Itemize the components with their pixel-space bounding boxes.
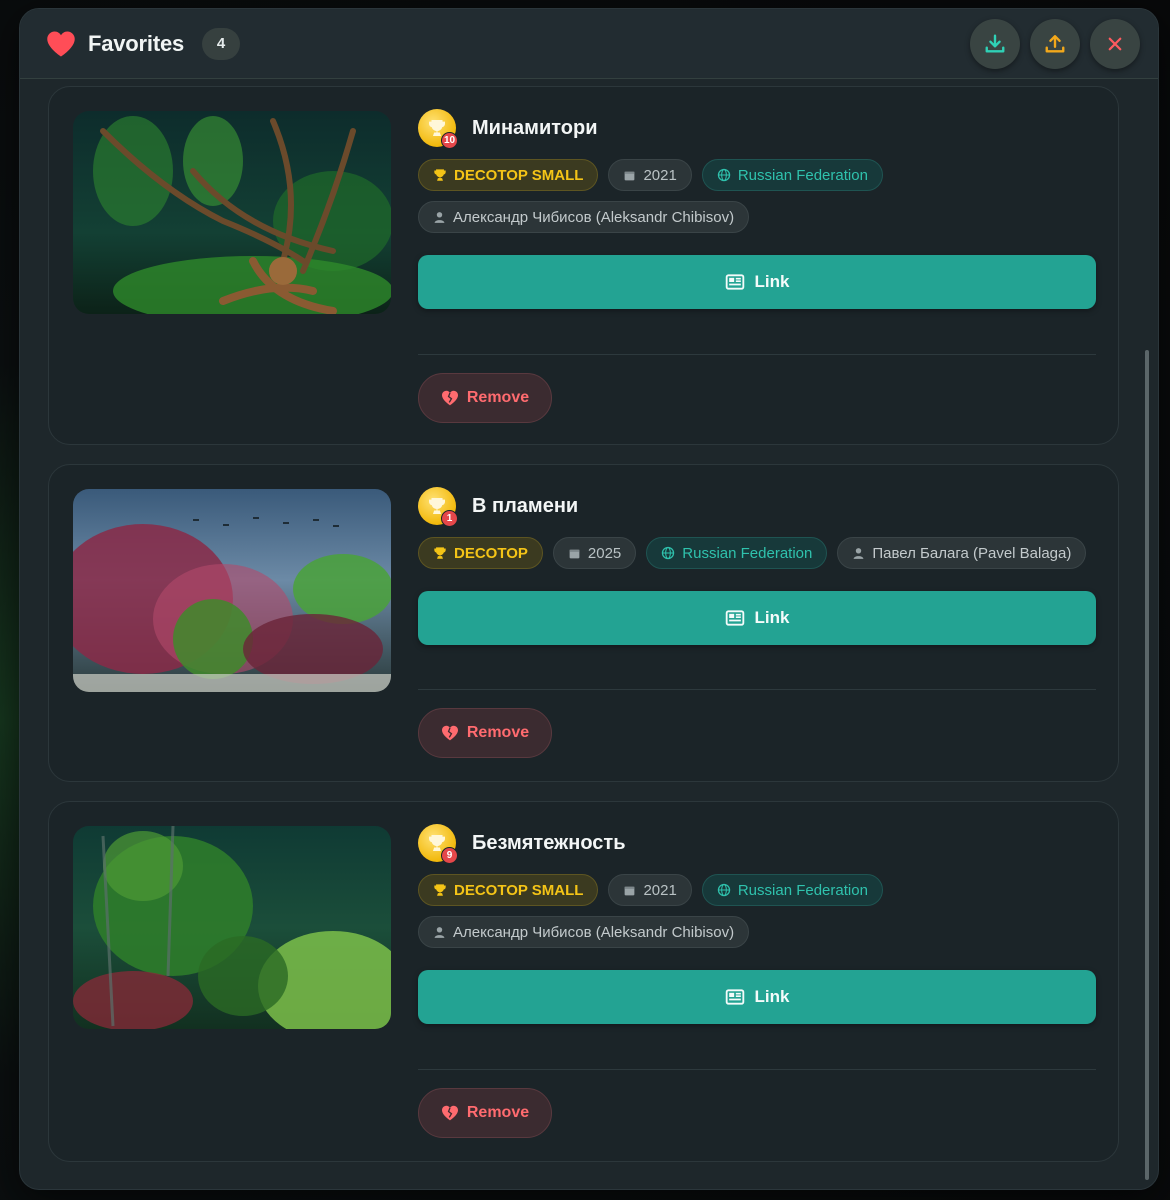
trophy-icon: [434, 547, 446, 559]
broken-heart-icon: [441, 1105, 458, 1121]
trophy-icon: [434, 169, 446, 181]
rank-badge: 9: [441, 847, 458, 864]
header-actions: [970, 19, 1140, 69]
favorites-modal: Favorites 4 10 Минамитори DECOTOP SMALL …: [19, 8, 1159, 1190]
link-label: Link: [754, 608, 790, 627]
trophy-icon: 9: [418, 824, 458, 864]
year-tag: 2021: [608, 159, 692, 191]
calendar-icon: [569, 549, 580, 558]
user-icon: [853, 547, 864, 559]
country-tag: Russian Federation: [701, 159, 883, 191]
aquarium-thumbnail[interactable]: [73, 489, 391, 692]
rank-badge: 10: [441, 132, 458, 149]
year-tag: 2025: [552, 537, 637, 569]
contest-tag: DECOTOP: [418, 537, 543, 569]
rank-badge: 1: [441, 510, 458, 527]
author-tag: Александр Чибисов (Aleksandr Chibisov): [418, 916, 750, 948]
year-label: 2021: [643, 881, 677, 899]
remove-button[interactable]: Remove: [418, 708, 552, 758]
aquarium-thumbnail[interactable]: [73, 111, 391, 314]
divider: [418, 354, 1096, 355]
country-label: Russian Federation: [737, 166, 868, 184]
download-icon: [985, 34, 1005, 53]
trophy-icon: 1: [418, 487, 458, 527]
remove-label: Remove: [466, 724, 530, 741]
contest-tag: DECOTOP SMALL: [418, 874, 599, 906]
download-button[interactable]: [970, 19, 1020, 69]
favorite-card: 9 Безмятежность DECOTOP SMALL 2021 Russi…: [48, 801, 1119, 1162]
country-label: Russian Federation: [737, 881, 868, 899]
entry-tags: DECOTOP SMALL 2021 Russian Federation Ал…: [418, 159, 1096, 233]
heart-icon: [46, 30, 76, 58]
globe-icon: [717, 168, 731, 182]
remove-button[interactable]: Remove: [418, 373, 552, 423]
author-tag: Александр Чибисов (Aleksandr Chibisov): [418, 201, 750, 233]
divider: [418, 1069, 1096, 1070]
close-icon: [1108, 37, 1122, 51]
remove-button[interactable]: Remove: [418, 1088, 552, 1138]
user-icon: [434, 926, 445, 938]
entry-title: Минамитори: [472, 116, 598, 139]
favorites-count-badge: 4: [202, 27, 241, 60]
entry-tags: DECOTOP 2025 Russian Federation Павел Ба…: [418, 537, 1096, 569]
country-label: Russian Federation: [682, 544, 813, 562]
contest-tag: DECOTOP SMALL: [418, 159, 599, 191]
link-label: Link: [754, 987, 790, 1006]
globe-icon: [717, 883, 731, 897]
entry-title: Безмятежность: [472, 831, 626, 854]
broken-heart-icon: [441, 390, 458, 406]
country-tag: Russian Federation: [701, 874, 883, 906]
modal-header: Favorites 4: [20, 9, 1158, 79]
contest-label: DECOTOP SMALL: [454, 166, 584, 184]
link-button[interactable]: Link: [418, 255, 1096, 309]
broken-heart-icon: [441, 725, 458, 741]
author-label: Александр Чибисов (Aleksandr Chibisov): [453, 208, 735, 226]
aquarium-thumbnail[interactable]: [73, 826, 391, 1029]
link-button[interactable]: Link: [418, 970, 1096, 1024]
calendar-icon: [625, 886, 635, 895]
year-label: 2025: [587, 544, 622, 562]
link-button[interactable]: Link: [418, 591, 1096, 645]
entry-tags: DECOTOP SMALL 2021 Russian Federation Ал…: [418, 874, 1096, 948]
newspaper-icon: [725, 610, 744, 626]
upload-button[interactable]: [1030, 19, 1080, 69]
scrollbar[interactable]: [1144, 80, 1150, 1189]
contest-label: DECOTOP SMALL: [454, 881, 584, 899]
author-label: Павел Балага (Pavel Balaga): [872, 544, 1072, 562]
modal-title: Favorites: [88, 30, 185, 56]
remove-label: Remove: [466, 1104, 530, 1121]
globe-icon: [662, 546, 675, 560]
favorites-list[interactable]: 10 Минамитори DECOTOP SMALL 2021 Russian…: [20, 80, 1158, 1189]
year-tag: 2021: [608, 874, 692, 906]
newspaper-icon: [725, 989, 744, 1005]
link-label: Link: [754, 272, 790, 291]
divider: [418, 689, 1096, 690]
favorite-card: 1 В пламени DECOTOP 2025 Russian Federat…: [48, 464, 1119, 782]
year-label: 2021: [643, 166, 677, 184]
newspaper-icon: [725, 274, 744, 290]
trophy-icon: [434, 884, 446, 896]
calendar-icon: [625, 171, 635, 180]
upload-icon: [1045, 35, 1065, 53]
remove-label: Remove: [466, 389, 530, 406]
trophy-icon: 10: [418, 109, 458, 149]
author-label: Александр Чибисов (Aleksandr Chibisov): [453, 923, 735, 941]
user-icon: [434, 211, 445, 223]
favorite-card: 10 Минамитори DECOTOP SMALL 2021 Russian…: [48, 86, 1119, 445]
contest-label: DECOTOP: [454, 544, 528, 562]
country-tag: Russian Federation: [646, 537, 828, 569]
scrollbar-thumb[interactable]: [1145, 350, 1149, 1180]
author-tag: Павел Балага (Pavel Balaga): [837, 537, 1087, 569]
entry-title: В пламени: [472, 494, 579, 517]
close-button[interactable]: [1090, 19, 1140, 69]
